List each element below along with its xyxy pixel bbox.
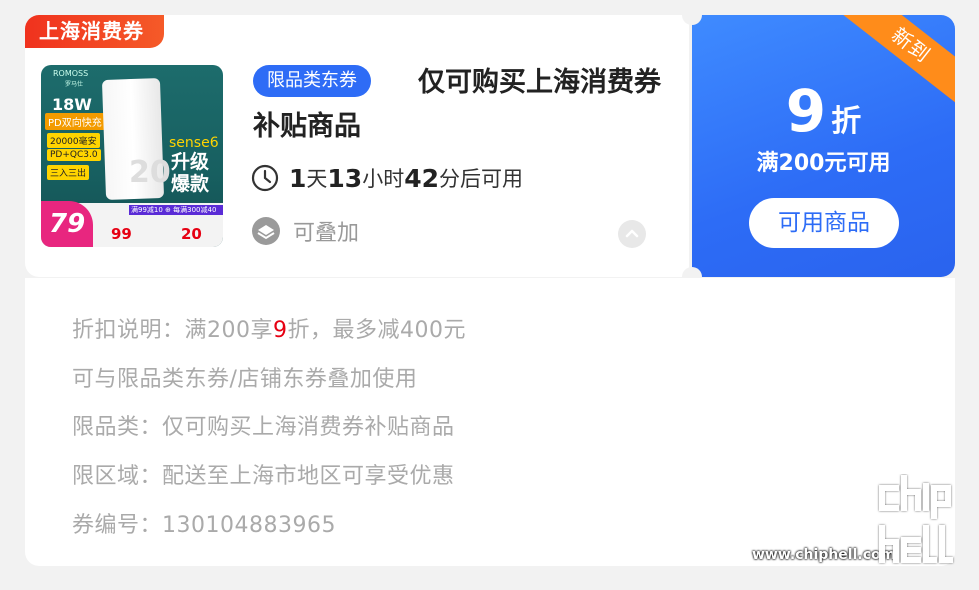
chevron-up-icon [625,229,639,238]
ticket-notch-top [682,5,702,25]
countdown: 1 天 13 小时 42 分后可用 [251,163,523,193]
discount-value: 9 折 [692,77,955,145]
discount-number: 9 [785,77,827,145]
coupon-value-section: 新到 9 折 满200元可用 可用商品 [692,15,955,277]
coupon-card[interactable]: 上海消费券 ROMOSS 罗马仕 18W PD双向快充 20000毫安 PD+Q… [25,5,955,287]
thumb-qc: PD+QC3.0 [47,149,101,161]
available-goods-button[interactable]: 可用商品 [749,198,899,248]
stack-icon [252,217,280,245]
countdown-minutes: 42 [404,163,439,193]
scope-tag: 上海消费券 [25,15,164,48]
clock-icon [251,164,279,192]
countdown-days: 1 [289,163,307,193]
thumb-badge-price: 79 [49,209,86,239]
coupon-info-section: 上海消费券 ROMOSS 罗马仕 18W PD双向快充 20000毫安 PD+Q… [25,15,689,277]
thumb-pd: PD双向快充 [45,113,105,130]
discount-unit: 折 [831,104,862,139]
stackable-label: 可叠加 [293,221,360,246]
countdown-hours: 13 [327,163,363,193]
thumb-price-1: 99 [111,225,132,243]
countdown-hours-unit: 小时 [362,167,405,191]
thumb-model: sense6 [169,135,219,151]
thumb-upgrade: 升级爆款 [171,151,210,195]
thumb-promo-strip: 满99减10 ⊕ 每满300减40 [129,205,223,215]
thumb-brand: ROMOSS [53,69,89,78]
coupon-id: 券编号：130104883965 [72,513,336,538]
usage-threshold: 满200元可用 [756,151,891,176]
thumb-device-number: 20 [129,155,171,190]
discount-note: 折扣说明：满200享9折，最多减400元 [72,318,466,343]
product-thumbnail[interactable]: ROMOSS 罗马仕 18W PD双向快充 20000毫安 PD+QC3.0 三… [41,65,223,247]
coupon-type-tag: 限品类东券 [253,65,371,97]
thumb-watt: 18W [52,95,92,114]
countdown-days-unit: 天 [306,167,328,191]
thumb-capacity: 20000毫安 [47,133,100,148]
stackable-indicator: 可叠加 [251,215,359,247]
thumb-price-badge: 79 [41,201,93,247]
thumb-combo: 三入三出 [47,165,90,180]
collapse-toggle[interactable] [618,220,646,248]
stack-note: 可与限品类东券/店铺东券叠加使用 [72,367,418,392]
countdown-minutes-suffix: 分后可用 [439,167,523,191]
thumb-brand-sub: 罗马仕 [65,81,84,88]
watermark-url: www.chiphell.com [752,547,896,563]
thumb-price-2: 20 [181,225,202,243]
region-note: 限区域：配送至上海市地区可享受优惠 [72,464,455,489]
category-note: 限品类：仅可购买上海消费券补贴商品 [72,415,455,440]
chiphell-logo [879,475,953,563]
coupon-details: 折扣说明：满200享9折，最多减400元 可与限品类东券/店铺东券叠加使用 限品… [25,278,955,566]
discount-highlight: 9 [273,318,288,343]
